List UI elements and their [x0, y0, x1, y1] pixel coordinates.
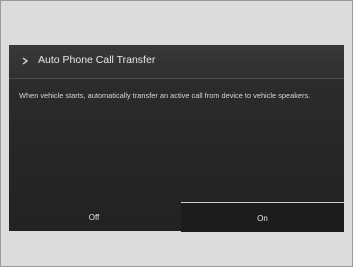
page-frame: Auto Phone Call Transfer When vehicle st…: [0, 0, 353, 267]
off-button[interactable]: Off: [9, 202, 179, 231]
on-button[interactable]: On: [181, 202, 344, 232]
infotainment-screen: Auto Phone Call Transfer When vehicle st…: [9, 45, 344, 232]
chevron-right-icon[interactable]: [20, 53, 30, 69]
setting-title: Auto Phone Call Transfer: [38, 54, 156, 66]
setting-description: When vehicle starts, automatically trans…: [19, 91, 311, 100]
off-button-label: Off: [88, 213, 100, 222]
on-button-label: On: [257, 214, 268, 223]
settings-header[interactable]: Auto Phone Call Transfer: [9, 45, 344, 79]
